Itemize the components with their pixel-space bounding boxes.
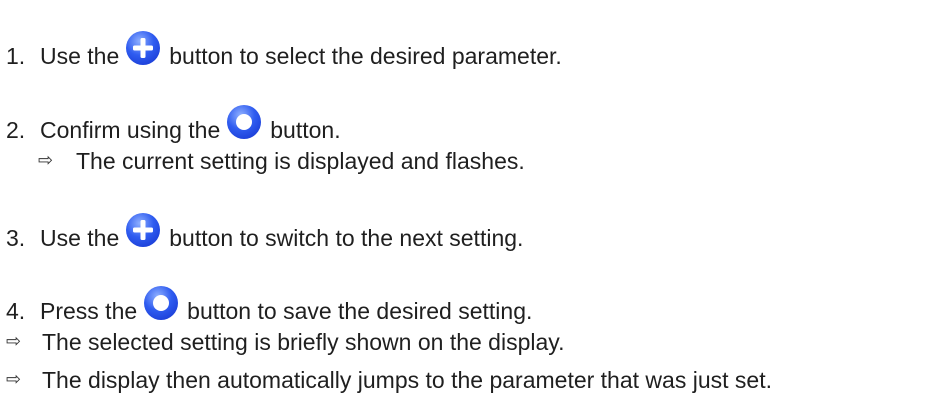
step-text-before: Use the: [40, 43, 120, 69]
step-2-result: ⇨ The current setting is displayed and f…: [38, 147, 525, 175]
step-text-after: button to save the desired setting.: [187, 298, 533, 324]
result-arrow-icon: ⇨: [6, 369, 22, 390]
result-arrow-icon: ⇨: [38, 150, 54, 171]
step-number: 1.: [6, 43, 26, 69]
step-3: 3. Use the button to switch to the next …: [0, 213, 524, 256]
step-text-after: button to switch to the next setting.: [169, 225, 524, 251]
result-text: The display then automatically jumps to …: [42, 367, 772, 393]
result-text: The current setting is displayed and fla…: [76, 148, 525, 174]
ring-button-icon: [226, 104, 262, 140]
instruction-list: 1. Use the button to select the desired …: [0, 0, 952, 405]
plus-button-icon: [125, 212, 161, 248]
step-number: 2.: [6, 117, 26, 143]
result-arrow-icon: ⇨: [6, 331, 22, 352]
result-text: The selected setting is briefly shown on…: [42, 329, 565, 355]
step-number: 4.: [6, 298, 26, 324]
step-text-before: Confirm using the: [40, 117, 221, 143]
step-text-before: Use the: [40, 225, 120, 251]
step-number: 3.: [6, 225, 26, 251]
plus-button-icon: [125, 30, 161, 66]
step-2: 2. Confirm using the button.: [0, 105, 341, 148]
final-result-1: ⇨ The selected setting is briefly shown …: [0, 328, 564, 356]
ring-button-icon: [143, 285, 179, 321]
step-text-after: button to select the desired parameter.: [169, 43, 562, 69]
step-4: 4. Press the button to save the desired …: [0, 286, 533, 329]
step-1: 1. Use the button to select the desired …: [0, 31, 562, 74]
step-text-before: Press the: [40, 298, 138, 324]
step-text-after: button.: [270, 117, 341, 143]
final-result-2: ⇨ The display then automatically jumps t…: [0, 366, 772, 394]
